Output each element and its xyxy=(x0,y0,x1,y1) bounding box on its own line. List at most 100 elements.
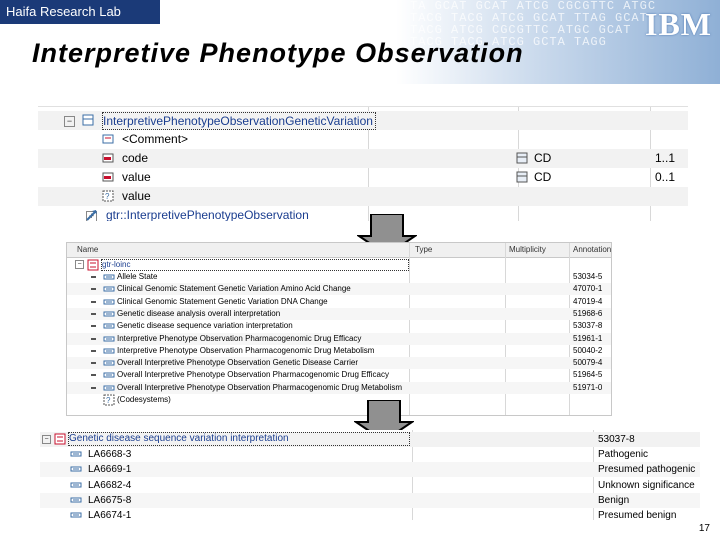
list-item-label: Interpretive Phenotype Observation Pharm… xyxy=(117,333,362,343)
enum-icon xyxy=(54,433,66,445)
list-item-label: Genetic disease sequence variation inter… xyxy=(117,321,293,331)
enum-literal-icon xyxy=(70,497,82,503)
lab-label: Haifa Research Lab xyxy=(0,0,160,24)
column-header-multiplicity[interactable]: Multiplicity xyxy=(509,245,546,254)
codesystems-row[interactable]: ? (Codesystems) xyxy=(67,394,611,406)
list-item[interactable]: Interpretive Phenotype Observation Pharm… xyxy=(67,332,611,345)
tree-row-label: gtr-loinc xyxy=(101,259,409,271)
enum-literal-icon xyxy=(103,323,115,329)
datatype-icon xyxy=(516,152,528,164)
list-item-bullet xyxy=(91,325,96,328)
enum-literal-icon xyxy=(103,372,115,378)
enum-literal-icon xyxy=(103,385,115,391)
tree-row[interactable]: <Comment> xyxy=(38,130,688,149)
list-item-code: 51964-5 xyxy=(573,370,603,380)
list-item[interactable]: Genetic disease analysis overall interpr… xyxy=(67,307,611,320)
enum-literal-icon xyxy=(70,451,82,457)
list-item-code: 51971-0 xyxy=(573,382,603,392)
enum-icon xyxy=(87,259,99,271)
list-item-meaning: Presumed benign xyxy=(598,510,677,520)
column-header-annotation[interactable]: Annotation xyxy=(573,245,611,254)
list-item-meaning: Benign xyxy=(598,494,630,506)
list-item-label: Allele State xyxy=(117,272,158,281)
list-item[interactable]: Overall Interpretive Phenotype Observati… xyxy=(67,369,611,381)
tree-row[interactable]: value CD 0..1 xyxy=(38,168,688,187)
list-item[interactable]: Genetic disease sequence variation inter… xyxy=(67,320,611,332)
codesystems-label: (Codesystems) xyxy=(117,395,171,404)
list-item-label: Clinical Genomic Statement Genetic Varia… xyxy=(117,284,351,294)
svg-text:?: ? xyxy=(105,192,110,201)
list-item-code: 51961-1 xyxy=(573,333,603,343)
enum-literal-icon xyxy=(103,360,115,366)
tree-row[interactable]: code CD 1..1 xyxy=(38,149,688,168)
comment-icon xyxy=(102,134,114,144)
collapse-toggle[interactable]: − xyxy=(75,260,84,269)
enum-literal-icon xyxy=(70,466,82,472)
list-item-bullet xyxy=(91,312,96,315)
list-item[interactable]: Clinical Genomic Statement Genetic Varia… xyxy=(67,283,611,296)
list-item-bullet xyxy=(91,300,96,303)
list-item-code: LA6668-3 xyxy=(88,449,132,460)
tree-row-multiplicity: 1..1 xyxy=(655,151,676,165)
attribute-icon xyxy=(102,172,114,182)
list-item-code: 47019-4 xyxy=(573,296,603,306)
tree-row[interactable]: − InterpretivePhenotypeObservationGenetic… xyxy=(38,111,688,130)
list-item-bullet xyxy=(91,386,96,389)
loinc-list-panel: Name Type Multiplicity Annotation − gtr-l… xyxy=(66,242,612,416)
collapse-toggle[interactable]: − xyxy=(64,116,75,127)
class-icon xyxy=(82,114,94,126)
tree-row-type: CD xyxy=(534,151,552,165)
list-item-meaning: Unknown significance xyxy=(598,479,695,491)
tree-row-label: <Comment> xyxy=(122,132,189,146)
constraint-icon: ? xyxy=(102,190,114,202)
svg-text:?: ? xyxy=(106,396,111,405)
list-item-label: Genetic disease analysis overall interpr… xyxy=(117,308,281,318)
collapse-toggle[interactable]: − xyxy=(42,435,51,444)
list-item-bullet xyxy=(91,337,96,340)
ibm-logo: IBM xyxy=(645,6,712,42)
list-item[interactable]: Overall Interpretive Phenotype Observati… xyxy=(67,357,611,370)
list-item-bullet xyxy=(91,288,96,291)
tree-row-root[interactable]: − gtr-loinc xyxy=(67,259,611,271)
list-item[interactable]: Clinical Genomic Statement Genetic Varia… xyxy=(67,296,611,308)
tree-row-label: InterpretivePhenotypeObservationGeneticV… xyxy=(102,112,376,130)
tree-row-label: value xyxy=(122,189,151,203)
list-item[interactable]: Interpretive Phenotype Observation Pharm… xyxy=(67,345,611,357)
tree-row-label: value xyxy=(122,170,151,184)
column-header-name[interactable]: Name xyxy=(77,245,98,254)
enum-literal-icon xyxy=(103,336,115,341)
association-icon xyxy=(86,210,97,221)
list-item[interactable]: LA6675-8 Benign xyxy=(40,492,700,508)
tree-row-root[interactable]: − Genetic disease sequence variation inte… xyxy=(40,432,700,447)
attribute-icon xyxy=(102,153,114,163)
enum-literal-icon xyxy=(103,311,115,317)
list-item[interactable]: Overall Interpretive Phenotype Observati… xyxy=(67,381,611,394)
constraint-icon: ? xyxy=(103,394,115,406)
page-number: 17 xyxy=(698,523,710,534)
list-item[interactable]: Allele State 53034-5 xyxy=(67,271,611,283)
tree-row-label: gtr::InterpretivePhenotypeObservation xyxy=(106,208,309,221)
list-item-label: Interpretive Phenotype Observation Pharm… xyxy=(117,345,375,355)
list-item[interactable]: LA6668-3 Pathogenic xyxy=(40,447,700,462)
tree-row-label: code xyxy=(122,151,149,165)
list-item-label: Overall Interpretive Phenotype Observati… xyxy=(117,358,358,368)
enum-literal-icon xyxy=(70,482,82,488)
tree-row-multiplicity: 0..1 xyxy=(655,170,676,184)
column-header-type[interactable]: Type xyxy=(415,245,432,254)
enum-literal-icon xyxy=(103,348,115,354)
datatype-icon xyxy=(516,171,528,183)
list-item-code: 53034-5 xyxy=(573,272,603,281)
answer-list-panel: − Genetic disease sequence variation inte… xyxy=(40,430,700,520)
page-title: Interpretive Phenotype Observation xyxy=(32,38,524,68)
list-item[interactable]: LA6669-1 Presumed pathogenic xyxy=(40,462,700,478)
tree-row[interactable]: ? value xyxy=(38,187,688,206)
list-item-bullet xyxy=(91,349,96,352)
list-item-code: LA6675-8 xyxy=(88,494,132,506)
list-item[interactable]: LA6674-1 Presumed benign xyxy=(40,508,700,520)
column-header-row: Name Type Multiplicity Annotation xyxy=(67,243,611,258)
tree-row-code: 53037-8 xyxy=(598,434,635,445)
tree-row-label: Genetic disease sequence variation inter… xyxy=(68,432,410,446)
list-item[interactable]: LA6682-4 Unknown significance xyxy=(40,478,700,493)
list-item-bullet xyxy=(91,374,96,377)
list-item-code: 50040-2 xyxy=(573,345,603,355)
